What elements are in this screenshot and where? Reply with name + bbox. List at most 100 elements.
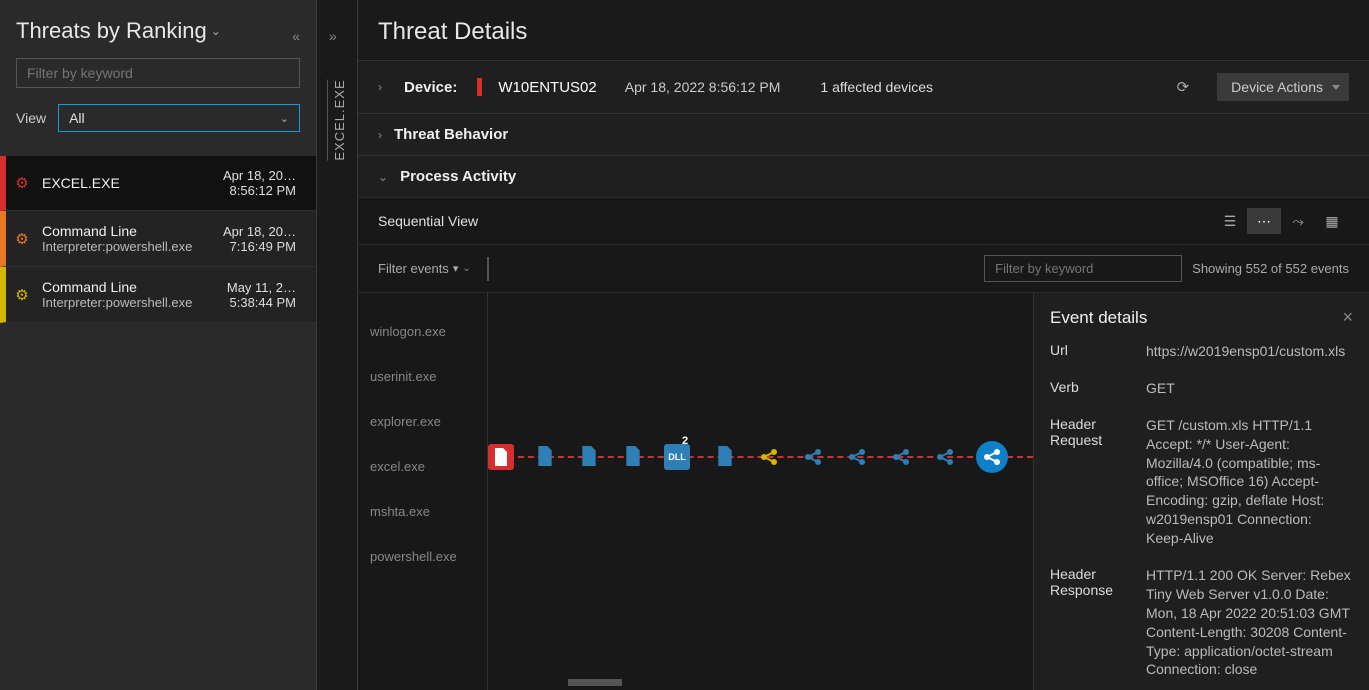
main-panel: Threat Details › Device: W10ENTUS02 Apr … xyxy=(358,0,1369,690)
event-count-badge: 2 xyxy=(682,435,688,447)
vertical-tab: » EXCEL.EXE xyxy=(316,0,358,690)
threat-time: 7:16:49 PM xyxy=(220,239,296,254)
refresh-icon[interactable]: ⟳ xyxy=(1177,78,1190,96)
threat-time: 8:56:12 PM xyxy=(220,183,296,198)
timeline-scrollbar[interactable] xyxy=(568,679,622,686)
grid-view-icon[interactable]: ▦ xyxy=(1315,208,1349,234)
event-details-panel: Event details × Url https://w2019ensp01/… xyxy=(1033,293,1369,690)
process-row-label: mshta.exe xyxy=(370,489,475,534)
event-details-title: Event details xyxy=(1050,308,1147,328)
detail-key-verb: Verb xyxy=(1050,379,1136,398)
gear-icon: ⚙ xyxy=(6,174,38,192)
file-event-icon[interactable] xyxy=(712,443,738,469)
view-mode-icons: ☰ ⋯ ⤳ ▦ xyxy=(1213,208,1349,234)
view-select[interactable]: All ⌄ xyxy=(58,104,300,132)
threat-date: May 11, 2… xyxy=(220,280,296,295)
threat-item[interactable]: ⚙ Command Line Interpreter:powershell.ex… xyxy=(0,267,316,323)
network-event-icon[interactable] xyxy=(800,444,826,470)
sidebar-filter-input[interactable] xyxy=(16,58,300,88)
process-row-label: explorer.exe xyxy=(370,399,475,444)
device-actions-button[interactable]: Device Actions xyxy=(1217,73,1349,101)
severity-indicator-icon xyxy=(477,78,482,96)
chevron-down-icon: ⌄ xyxy=(211,24,221,38)
device-label: Device: xyxy=(404,79,457,96)
divider xyxy=(487,257,489,281)
selected-network-event-icon[interactable] xyxy=(976,441,1008,473)
threat-name: Command Line xyxy=(42,279,220,295)
detail-key-header-request: Header Request xyxy=(1050,416,1136,548)
filter-events-dropdown[interactable]: Filter events ▾ ⌄ xyxy=(378,261,471,276)
device-name: W10ENTUS02 xyxy=(498,79,596,96)
network-event-icon[interactable] xyxy=(932,444,958,470)
threat-list: ⚙ EXCEL.EXE Apr 18, 20… 8:56:12 PM ⚙ Com… xyxy=(0,156,316,323)
sequential-view-label: Sequential View xyxy=(378,213,478,229)
view-select-value: All xyxy=(69,110,85,126)
threat-sub: Interpreter:powershell.exe xyxy=(42,295,220,310)
collapse-sidebar-icon[interactable]: « xyxy=(292,28,300,44)
process-row-label: userinit.exe xyxy=(370,354,475,399)
detail-value-header-request: GET /custom.xls HTTP/1.1 Accept: */* Use… xyxy=(1146,416,1353,548)
file-event-icon[interactable] xyxy=(576,443,602,469)
close-icon[interactable]: × xyxy=(1342,307,1353,328)
graph-view-icon[interactable]: ⤳ xyxy=(1281,208,1315,234)
threat-name: Command Line xyxy=(42,223,220,239)
detail-value-url: https://w2019ensp01/custom.xls xyxy=(1146,342,1353,361)
showing-count: Showing 552 of 552 events xyxy=(1192,261,1349,276)
process-activity-filter-row: Filter events ▾ ⌄ Showing 552 of 552 eve… xyxy=(358,244,1369,293)
network-event-icon[interactable] xyxy=(888,444,914,470)
threat-behavior-label: Threat Behavior xyxy=(394,126,508,143)
process-activity-label: Process Activity xyxy=(400,168,516,185)
detail-key-url: Url xyxy=(1050,342,1136,361)
timeline-wrapper: winlogon.exe userinit.exe explorer.exe e… xyxy=(358,293,1369,690)
threat-sub: Interpreter:powershell.exe xyxy=(42,239,220,254)
filter-keyword-input[interactable] xyxy=(984,255,1182,282)
expand-panel-icon[interactable]: » xyxy=(329,28,337,44)
threat-item[interactable]: ⚙ EXCEL.EXE Apr 18, 20… 8:56:12 PM xyxy=(0,156,316,211)
file-event-icon[interactable] xyxy=(532,443,558,469)
device-actions-label: Device Actions xyxy=(1231,79,1323,95)
threat-date: Apr 18, 20… xyxy=(220,168,296,183)
threat-item[interactable]: ⚙ Command Line Interpreter:powershell.ex… xyxy=(0,211,316,267)
chevron-down-icon: ⌄ xyxy=(378,170,388,184)
chevron-right-icon: › xyxy=(378,80,382,94)
timeline-canvas[interactable]: DLL 2 xyxy=(488,293,1033,690)
view-label: View xyxy=(16,110,46,126)
affected-devices: 1 affected devices xyxy=(820,79,933,95)
gear-icon: ⚙ xyxy=(6,286,38,304)
threat-behavior-section-header[interactable]: › Threat Behavior xyxy=(358,113,1369,155)
dll-event-icon[interactable]: DLL xyxy=(664,444,690,470)
view-selector-row: View All ⌄ xyxy=(16,104,300,132)
threats-sidebar: Threats by Ranking ⌄ « View All ⌄ ⚙ EXCE… xyxy=(0,0,316,690)
threat-name: EXCEL.EXE xyxy=(42,175,220,191)
list-view-icon[interactable]: ☰ xyxy=(1213,208,1247,234)
sidebar-title-text: Threats by Ranking xyxy=(16,18,207,44)
filter-icon-glyph: ▾ xyxy=(453,262,459,275)
file-event-icon[interactable] xyxy=(488,444,514,470)
process-row-label: winlogon.exe xyxy=(370,309,475,354)
chevron-right-icon: › xyxy=(378,128,382,142)
chevron-down-icon: ⌄ xyxy=(280,112,289,125)
vertical-tab-label[interactable]: EXCEL.EXE xyxy=(327,79,347,160)
device-section-header[interactable]: › Device: W10ENTUS02 Apr 18, 2022 8:56:1… xyxy=(358,60,1369,113)
device-timestamp: Apr 18, 2022 8:56:12 PM xyxy=(625,79,781,95)
sidebar-header: Threats by Ranking ⌄ « View All ⌄ xyxy=(0,0,316,144)
process-activity-section-header[interactable]: ⌄ Process Activity xyxy=(358,155,1369,197)
chevron-down-icon: ⌄ xyxy=(462,263,470,274)
share-event-icon[interactable] xyxy=(756,444,782,470)
network-event-icon[interactable] xyxy=(844,444,870,470)
sidebar-title-dropdown[interactable]: Threats by Ranking ⌄ xyxy=(16,18,300,44)
filter-events-label: Filter events xyxy=(378,261,449,276)
threat-time: 5:38:44 PM xyxy=(220,295,296,310)
threat-date: Apr 18, 20… xyxy=(220,224,296,239)
detail-value-header-response: HTTP/1.1 200 OK Server: Rebex Tiny Web S… xyxy=(1146,566,1353,679)
process-activity-toolbar: Sequential View ☰ ⋯ ⤳ ▦ xyxy=(358,197,1369,244)
process-row-label: powershell.exe xyxy=(370,534,475,579)
detail-key-header-response: Header Response xyxy=(1050,566,1136,679)
process-column: winlogon.exe userinit.exe explorer.exe e… xyxy=(358,293,488,690)
sequential-view-icon[interactable]: ⋯ xyxy=(1247,208,1281,234)
gear-icon: ⚙ xyxy=(6,230,38,248)
detail-value-verb: GET xyxy=(1146,379,1353,398)
process-row-label: excel.exe xyxy=(370,444,475,489)
file-event-icon[interactable] xyxy=(620,443,646,469)
page-title: Threat Details xyxy=(358,0,1369,60)
